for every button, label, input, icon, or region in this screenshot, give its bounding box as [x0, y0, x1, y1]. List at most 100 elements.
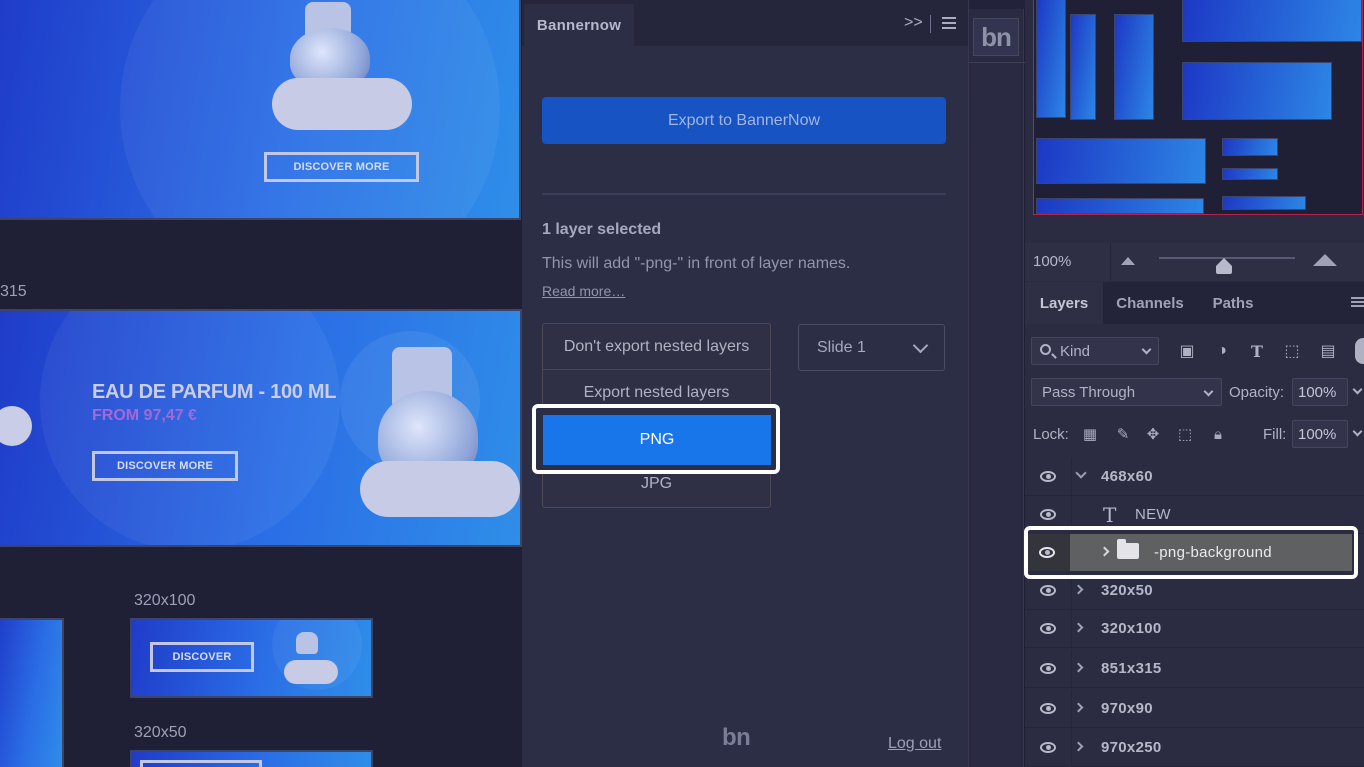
banner-headline: EAU DE PARFUM - 100 ML: [92, 381, 337, 403]
selected-layer-row[interactable]: -png-background: [1024, 526, 1358, 579]
panel-menu-icon[interactable]: [1351, 297, 1364, 309]
size-label-320x100: 320x100: [134, 592, 196, 609]
layer-row[interactable]: 320x100: [1025, 610, 1364, 648]
type-filter-icon[interactable]: T: [1248, 342, 1266, 361]
logout-link[interactable]: Log out: [888, 735, 941, 753]
zoom-slider[interactable]: [1159, 257, 1295, 259]
discover-button[interactable]: DISCOVER: [150, 642, 254, 672]
layer-name: 970x90: [1101, 700, 1153, 717]
panel-menu-icon[interactable]: [942, 17, 956, 32]
navigator-zoom-row: 100%: [1025, 243, 1364, 281]
layer-row[interactable]: 468x60: [1025, 458, 1364, 496]
lock-all-icon[interactable]: 🔒︎: [1209, 425, 1227, 443]
slide-select-value: Slide 1: [817, 338, 866, 356]
image-filter-icon[interactable]: ▣: [1178, 342, 1196, 360]
selection-description: This will add "-png-" in front of layer …: [542, 255, 851, 272]
lock-move-icon[interactable]: ✥: [1144, 425, 1162, 443]
tab-paths[interactable]: Paths: [1201, 282, 1265, 324]
bannernow-logo: bn: [722, 724, 751, 751]
banner-partial-left[interactable]: [0, 618, 64, 767]
filter-toggle[interactable]: [1355, 338, 1364, 364]
visibility-eye-icon[interactable]: [1040, 585, 1056, 596]
visibility-eye-icon[interactable]: [1040, 703, 1056, 714]
visibility-eye-icon[interactable]: [1040, 509, 1056, 520]
layer-name: 320x50: [1101, 582, 1153, 599]
tab-bannernow[interactable]: Bannernow: [524, 4, 634, 46]
option-png[interactable]: PNG: [543, 415, 771, 465]
right-panels: 100% Layers Channels Paths Kind ▣ ◑ T ⬚ …: [1025, 0, 1364, 767]
banner-price: FROM 97,47 €: [92, 407, 197, 424]
layer-row[interactable]: 970x90: [1025, 690, 1364, 728]
collapse-panel-icon[interactable]: >>: [904, 14, 923, 32]
bannernow-plugin-panel: Bannernow >> Export to BannerNow 1 layer…: [522, 0, 968, 767]
chevron-right-icon[interactable]: [1073, 662, 1084, 673]
panel-tab-bar: Bannernow >>: [522, 0, 968, 46]
document-canvas[interactable]: DISCOVER MORE 315 EAU DE PARFUM - 100 ML…: [0, 0, 522, 767]
fill-label: Fill:: [1263, 426, 1287, 443]
filter-kind-value: Kind: [1060, 342, 1091, 360]
tab-channels[interactable]: Channels: [1107, 282, 1193, 324]
divider: [1071, 650, 1072, 688]
chevron-down-icon[interactable]: [1075, 467, 1087, 479]
cloud-image: [360, 461, 520, 517]
chevron-down-icon: [1203, 386, 1214, 397]
chevron-down-icon[interactable]: [1352, 384, 1363, 395]
blend-mode-value: Pass Through: [1042, 383, 1136, 401]
shape-filter-icon[interactable]: ⬚: [1283, 342, 1301, 360]
bannernow-extension-button[interactable]: bn: [973, 18, 1019, 56]
visibility-eye-icon[interactable]: [1039, 547, 1055, 558]
perfume-cap-image: [296, 632, 318, 654]
chevron-right-icon[interactable]: [1073, 702, 1084, 713]
chevron-down-icon: [1141, 344, 1152, 355]
size-label: 315: [0, 283, 27, 300]
lock-artboard-icon[interactable]: ⬚: [1176, 425, 1194, 443]
filter-kind-select[interactable]: Kind: [1031, 337, 1159, 365]
lock-label: Lock:: [1033, 426, 1069, 443]
banner-851x315[interactable]: EAU DE PARFUM - 100 ML FROM 97,47 € DISC…: [0, 309, 522, 547]
chevron-right-icon[interactable]: [1073, 584, 1084, 595]
lock-transparency-icon[interactable]: ▦: [1081, 425, 1099, 443]
layer-row[interactable]: 970x250: [1025, 729, 1364, 767]
banner-top[interactable]: DISCOVER MORE: [0, 0, 521, 220]
discover-more-button[interactable]: DISCOVER MORE: [264, 152, 419, 182]
option-dont-export-nested[interactable]: Don't export nested layers: [543, 324, 770, 370]
tab-layers[interactable]: Layers: [1025, 282, 1103, 324]
discover-more-button[interactable]: DISCOVER MORE: [92, 451, 238, 481]
slide-select[interactable]: Slide 1: [798, 324, 945, 371]
opacity-input[interactable]: 100%: [1292, 378, 1348, 406]
visibility-eye-icon[interactable]: [1040, 623, 1056, 634]
layer-name: 970x250: [1101, 739, 1162, 756]
zoom-level[interactable]: 100%: [1033, 253, 1071, 270]
fill-input[interactable]: 100%: [1292, 420, 1348, 448]
banner-320x100[interactable]: DISCOVER: [130, 618, 373, 698]
chevron-right-icon[interactable]: [1073, 622, 1084, 633]
divider: [1071, 458, 1072, 496]
chevron-right-icon[interactable]: [1073, 741, 1084, 752]
selection-title: 1 layer selected: [542, 221, 662, 238]
lock-brush-icon[interactable]: ✎: [1114, 425, 1132, 443]
layer-row[interactable]: 851x315: [1025, 650, 1364, 688]
chevron-down-icon[interactable]: [1352, 426, 1363, 437]
visibility-eye-icon[interactable]: [1040, 663, 1056, 674]
blend-mode-select[interactable]: Pass Through: [1031, 378, 1222, 406]
cloud-image: [284, 660, 338, 684]
size-label-320x50: 320x50: [134, 724, 187, 741]
smart-object-filter-icon[interactable]: ▤: [1319, 342, 1337, 360]
strip-header: [969, 0, 1025, 9]
chevron-down-icon: [912, 337, 929, 354]
navigator-preview[interactable]: [1033, 0, 1363, 215]
layer-name: -png-background: [1154, 544, 1272, 561]
cloud-image: [272, 78, 412, 130]
highlight-outline: PNG: [532, 404, 780, 474]
zoom-in-icon[interactable]: [1313, 254, 1337, 266]
adjustment-filter-icon[interactable]: ◑: [1213, 342, 1231, 360]
divider: [1071, 729, 1072, 767]
export-to-bannernow-button[interactable]: Export to BannerNow: [542, 97, 946, 144]
banner-320x50[interactable]: [130, 750, 373, 767]
search-icon: [1040, 344, 1051, 355]
visibility-eye-icon[interactable]: [1040, 471, 1056, 482]
read-more-link[interactable]: Read more…: [542, 283, 625, 299]
text-layer-icon: T: [1103, 503, 1117, 527]
visibility-eye-icon[interactable]: [1040, 742, 1056, 753]
zoom-out-icon[interactable]: [1121, 257, 1135, 265]
